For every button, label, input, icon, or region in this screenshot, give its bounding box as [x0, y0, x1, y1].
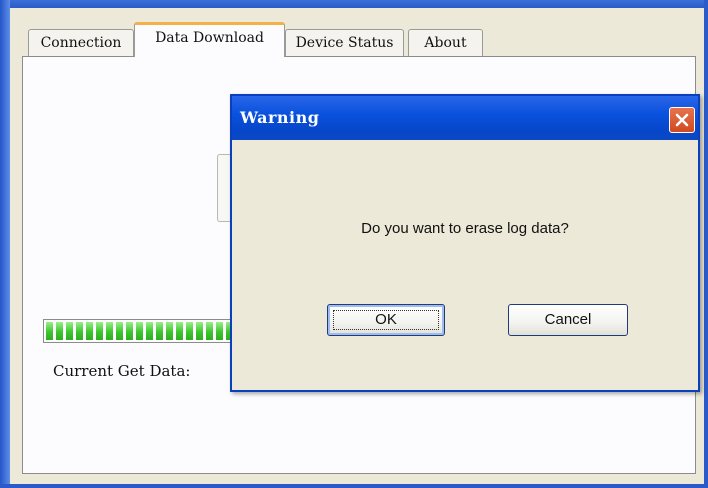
warning-dialog: Warning Do you want to erase log data? O… — [230, 94, 700, 392]
progress-segment — [126, 322, 133, 340]
progress-segment — [56, 322, 63, 340]
progress-segment — [176, 322, 183, 340]
progress-segment — [76, 322, 83, 340]
progress-segment — [156, 322, 163, 340]
tab-about[interactable]: About — [408, 29, 483, 56]
window-frame-bottom — [0, 484, 708, 488]
progress-segment — [46, 322, 53, 340]
progress-segment — [216, 322, 223, 340]
dialog-titlebar[interactable]: Warning — [232, 96, 698, 140]
progress-segment — [146, 322, 153, 340]
progress-segment — [136, 322, 143, 340]
progress-segment — [106, 322, 113, 340]
progress-segment — [166, 322, 173, 340]
progress-segment — [86, 322, 93, 340]
dialog-title: Warning — [240, 108, 320, 127]
dialog-message: Do you want to erase log data? — [361, 220, 569, 237]
tab-device-status[interactable]: Device Status — [285, 29, 404, 56]
progress-segment — [96, 322, 103, 340]
tab-connection[interactable]: Connection — [28, 29, 134, 56]
progress-segment — [186, 322, 193, 340]
progress-segment — [196, 322, 203, 340]
ok-focus-outline — [333, 310, 439, 330]
tab-data-download[interactable]: Data Download — [134, 22, 285, 57]
window-frame-left — [0, 0, 10, 488]
window-frame-top — [0, 0, 708, 8]
current-get-data-label: Current Get Data: — [53, 362, 191, 380]
ok-button[interactable]: OK — [327, 304, 445, 336]
progress-segment — [66, 322, 73, 340]
close-icon[interactable] — [669, 107, 695, 133]
progress-segment — [116, 322, 123, 340]
cancel-button-label: Cancel — [544, 311, 592, 328]
window-frame-right — [704, 0, 708, 488]
progress-segment — [206, 322, 213, 340]
cancel-button[interactable]: Cancel — [508, 304, 628, 336]
close-x-glyph — [675, 113, 689, 127]
